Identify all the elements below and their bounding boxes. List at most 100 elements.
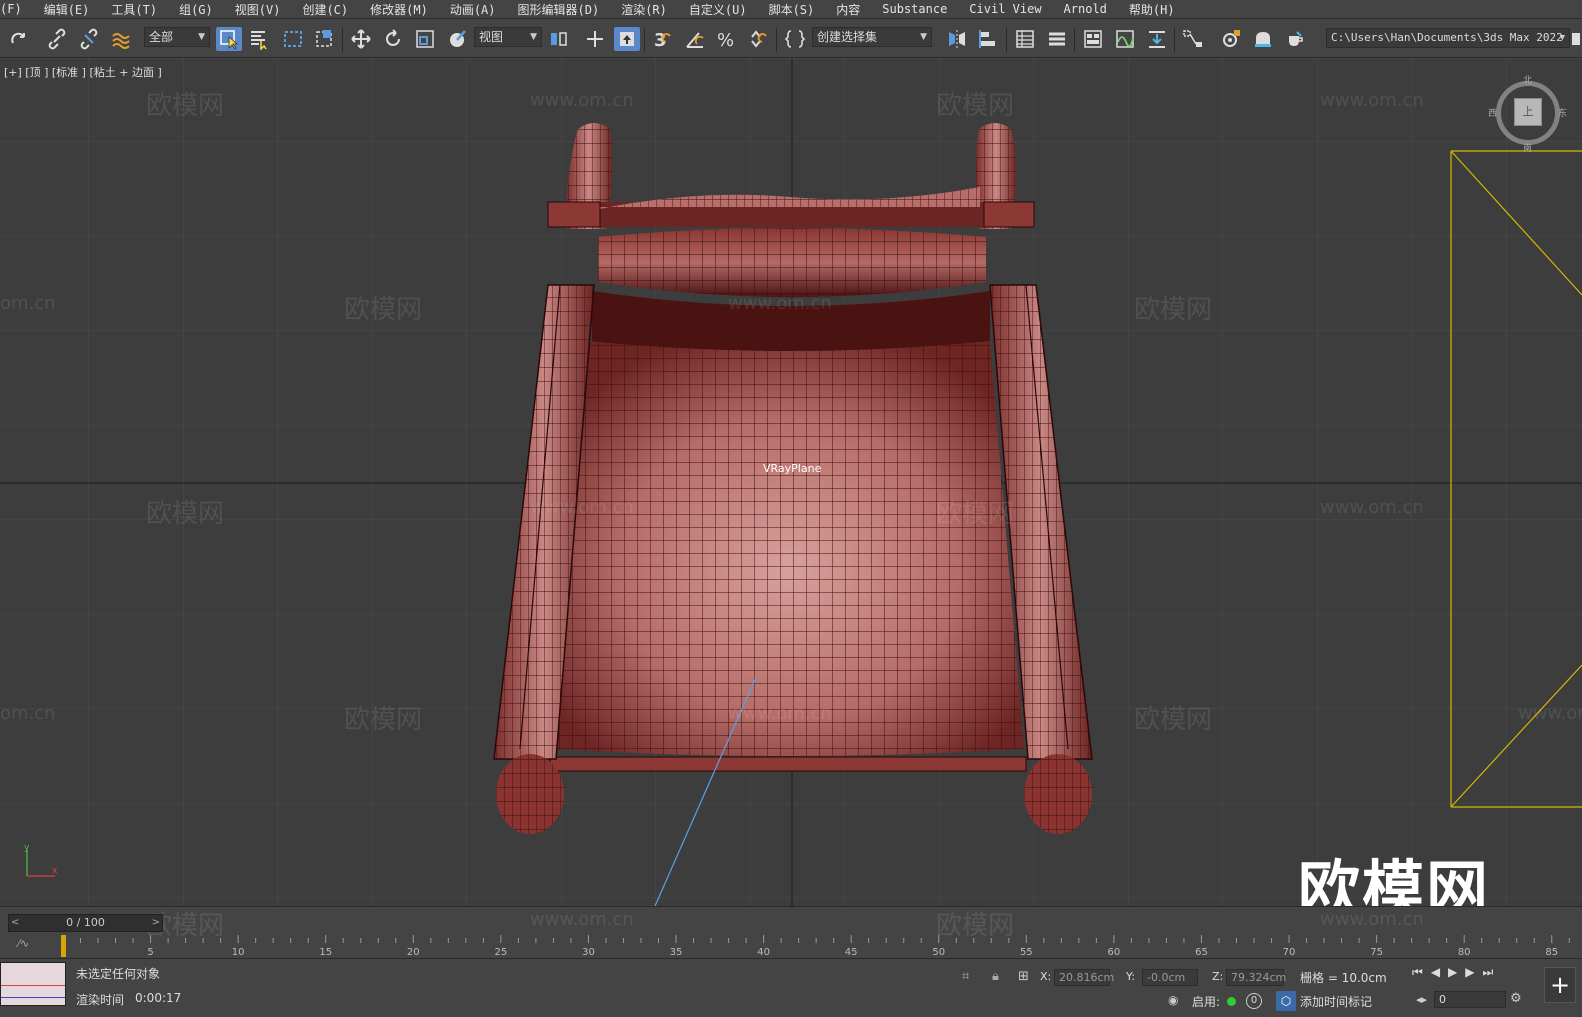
redo-icon[interactable] — [6, 27, 32, 51]
top-viewport[interactable]: y x [+] [顶 ] [标准 ] [粘土 + 边面 ] 欧模网 www.om… — [0, 59, 1582, 906]
menu-item[interactable]: 图形编辑器(D) — [507, 1, 611, 18]
viewcube-west[interactable]: 西 — [1488, 106, 1497, 119]
menu-item[interactable]: 视图(V) — [224, 1, 292, 18]
keyboard-shortcut-override-icon[interactable] — [614, 27, 640, 51]
orbit-navigation-icon[interactable]: + — [1544, 967, 1576, 1003]
current-frame-field[interactable]: 0 — [1434, 991, 1506, 1008]
next-key-icon[interactable]: ▶ — [1465, 965, 1482, 979]
mini-curve-editor-icon[interactable]: ⁄∿ — [18, 937, 40, 953]
select-by-name-icon[interactable] — [246, 27, 272, 51]
menu-item[interactable]: Civil View — [958, 2, 1052, 16]
menu-item[interactable]: Substance — [871, 2, 958, 16]
menu-item[interactable]: 动画(A) — [439, 1, 507, 18]
absolute-mode-icon[interactable]: ⊞ — [1018, 969, 1029, 984]
menu-item[interactable]: 创建(C) — [291, 1, 359, 18]
viewcube-face[interactable]: 上 — [1514, 98, 1542, 126]
lock-selection-icon[interactable]: 🔒︎ — [992, 969, 999, 984]
rotate-icon[interactable] — [380, 27, 406, 51]
watermark: www.om.cn — [530, 497, 634, 518]
time-config-icon[interactable]: ⚙ — [1510, 991, 1522, 1006]
menu-item[interactable]: Arnold — [1053, 2, 1118, 16]
menu-item[interactable]: 脚本(S) — [758, 1, 826, 18]
watermark: 欧模网 — [1134, 705, 1213, 735]
select-object-icon[interactable] — [216, 27, 242, 51]
add-time-tag[interactable]: 添加时间标记 — [1300, 993, 1372, 1010]
render-setup-icon[interactable] — [1218, 27, 1244, 51]
align-icon[interactable] — [976, 27, 1002, 51]
adaptive-degradation-icon[interactable]: ◉ — [1168, 993, 1178, 1007]
timeline-ruler[interactable]: 5 10 15 20 25 30 35 40 45 50 55 60 65 70 75 80 85 — [58, 935, 1582, 959]
viewcube[interactable]: 上 北 西 东 南 — [1488, 73, 1567, 154]
menu-item[interactable]: (F) — [0, 2, 33, 16]
curve-editor-icon[interactable] — [1112, 27, 1138, 51]
menu-item[interactable]: 工具(T) — [100, 1, 168, 18]
maxscript-listener[interactable] — [0, 962, 66, 1006]
mirror-icon[interactable] — [944, 27, 970, 51]
next-frame-icon[interactable]: > — [152, 917, 160, 928]
go-to-end-icon[interactable]: ⏭ — [1483, 965, 1502, 979]
play-icon[interactable]: ▶ — [1448, 965, 1465, 979]
named-selection-dropdown[interactable]: 创建选择集 ▼ — [812, 27, 932, 47]
y-coord-field[interactable]: -0.0cm — [1142, 969, 1198, 986]
link-icon[interactable] — [44, 27, 70, 51]
prev-frame-icon[interactable]: < — [11, 917, 19, 928]
menu-item[interactable]: 编辑(E) — [33, 1, 101, 18]
timeline-tick-label: 85 — [1545, 947, 1558, 958]
dope-sheet-icon[interactable] — [1144, 27, 1170, 51]
snap-toggle-icon[interactable]: 3 — [650, 27, 676, 51]
timeline-tick-label: 45 — [845, 947, 858, 958]
move-icon[interactable] — [348, 27, 374, 51]
timeline-tick-label: 65 — [1195, 947, 1208, 958]
watermark: 欧模网 — [146, 91, 225, 121]
rect-selection-icon[interactable] — [280, 27, 306, 51]
key-mode-icon[interactable]: ◂▸ — [1416, 993, 1427, 1006]
render-production-icon[interactable] — [1282, 27, 1308, 51]
z-coord-field[interactable]: 79.324cm — [1226, 969, 1286, 986]
placement-icon[interactable] — [444, 27, 470, 51]
project-folder-icon[interactable] — [1570, 27, 1582, 51]
bind-spacewarp-icon[interactable] — [108, 27, 134, 51]
enable-count[interactable]: 0 — [1246, 993, 1262, 1009]
menu-item[interactable]: 修改器(M) — [359, 1, 439, 18]
watermark: 欧模网 — [1134, 295, 1213, 325]
rendered-frame-window-icon[interactable] — [1250, 27, 1276, 51]
go-to-start-icon[interactable]: ⏮ — [1412, 965, 1431, 979]
menu-item[interactable]: 内容 — [825, 1, 871, 18]
select-manipulate-icon[interactable] — [582, 27, 608, 51]
percent-snap-icon[interactable]: % — [714, 27, 740, 51]
menu-item[interactable]: 组(G) — [168, 1, 224, 18]
spinner-snap-icon[interactable] — [746, 27, 772, 51]
timeline-tick-label: 55 — [1020, 947, 1033, 958]
layer-explorer-icon[interactable] — [1044, 27, 1070, 51]
pivot-center-icon[interactable] — [546, 27, 572, 51]
grid-size: 栅格 = 10.0cm — [1300, 971, 1387, 985]
isolate-selection-icon[interactable]: ⌗ — [962, 969, 969, 984]
angle-snap-icon[interactable] — [682, 27, 708, 51]
ribbon-toggle-icon[interactable] — [1080, 27, 1106, 51]
window-crossing-icon[interactable] — [312, 27, 338, 51]
ref-coord-dropdown[interactable]: 视图 ▼ — [474, 27, 542, 47]
menu-item[interactable]: 渲染(R) — [610, 1, 678, 18]
viewcube-south[interactable]: 南 — [1523, 141, 1532, 154]
time-tag-icon[interactable]: ⬡ — [1276, 991, 1296, 1011]
timeline-cursor[interactable] — [61, 935, 66, 957]
selection-filter-dropdown[interactable]: 全部 ▼ — [144, 27, 210, 47]
brand-watermark: 欧模网 — [1298, 853, 1491, 906]
time-slider[interactable]: 0 / 100 < > — [8, 914, 163, 932]
schematic-view-icon[interactable] — [1180, 27, 1206, 51]
y-coord-label: Y: — [1126, 970, 1135, 983]
watermark: www.om.cn — [728, 293, 832, 314]
menu-item[interactable]: 帮助(H) — [1118, 1, 1186, 18]
unlink-icon[interactable] — [76, 27, 102, 51]
viewport-label[interactable]: [+] [顶 ] [标准 ] [粘土 + 边面 ] — [4, 64, 162, 80]
viewcube-east[interactable]: 东 — [1558, 106, 1567, 119]
scale-icon[interactable] — [412, 27, 438, 51]
svg-text:x: x — [52, 866, 58, 876]
prev-key-icon[interactable]: ◀ — [1431, 965, 1448, 979]
scene-explorer-icon[interactable] — [1012, 27, 1038, 51]
viewcube-north[interactable]: 北 — [1523, 73, 1532, 86]
edit-named-selection-icon[interactable] — [782, 27, 808, 51]
menu-item[interactable]: 自定义(U) — [678, 1, 758, 18]
x-coord-field[interactable]: 20.816cm — [1054, 969, 1114, 986]
project-path-dropdown[interactable]: C:\Users\Han\Documents\3ds Max 2022 ▼ — [1326, 28, 1570, 48]
